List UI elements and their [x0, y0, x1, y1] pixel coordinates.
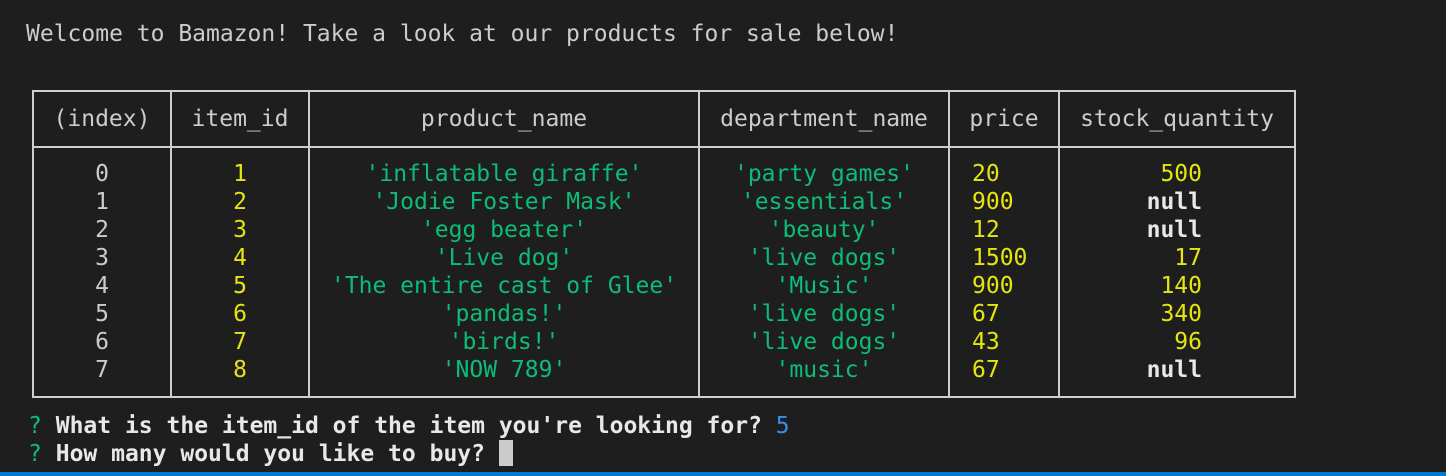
prompt-line-quantity[interactable]: ? How many would you like to buy?	[28, 440, 513, 468]
cell-item-id: 5	[170, 272, 310, 300]
cell-index: 7	[32, 356, 172, 398]
question-mark-icon: ?	[28, 413, 42, 439]
cell-price: 20	[948, 147, 1060, 188]
table-row: 5 6'pandas!''live dogs' 67 340	[32, 300, 1296, 328]
cell-product-name: 'pandas!'	[308, 300, 700, 328]
cell-price: 67	[948, 300, 1060, 328]
cell-stock-quantity: 340	[1058, 300, 1296, 328]
cell-department-name: 'live dogs'	[698, 328, 950, 356]
cell-department-name: 'live dogs'	[698, 300, 950, 328]
cell-item-id: 2	[170, 188, 310, 216]
cell-department-name: 'party games'	[698, 147, 950, 188]
cell-department-name: 'Music'	[698, 272, 950, 300]
table-row: 2 3'egg beater''beauty' 12 null	[32, 216, 1296, 244]
cell-index: 2	[32, 216, 172, 244]
cell-price: 900	[948, 272, 1060, 300]
cell-item-id: 8	[170, 356, 310, 398]
cell-product-name: 'Jodie Foster Mask'	[308, 188, 700, 216]
cell-stock-quantity: 17	[1058, 244, 1296, 272]
prompt-line-item-id: ? What is the item_id of the item you're…	[28, 412, 790, 440]
cell-product-name: 'The entire cast of Glee'	[308, 272, 700, 300]
cell-item-id: 1	[170, 147, 310, 188]
header-index: (index)	[32, 90, 172, 148]
table-row: 1 2 'Jodie Foster Mask''essentials' 900 null	[32, 188, 1296, 216]
cell-item-id: 6	[170, 300, 310, 328]
welcome-message: Welcome to Bamazon! Take a look at our p…	[26, 21, 899, 47]
cell-price: 1500	[948, 244, 1060, 272]
header-price: price	[948, 90, 1060, 148]
cell-index: 1	[32, 188, 172, 216]
table-row: 3 4 'Live dog''live dogs' 1500 17	[32, 244, 1296, 272]
cell-stock-quantity: null	[1058, 356, 1296, 398]
table-row: 6 7'birds!''live dogs' 43 96	[32, 328, 1296, 356]
cell-department-name: 'music'	[698, 356, 950, 398]
cell-stock-quantity: 140	[1058, 272, 1296, 300]
cell-index: 4	[32, 272, 172, 300]
cell-department-name: 'beauty'	[698, 216, 950, 244]
cell-product-name: 'birds!'	[308, 328, 700, 356]
cell-item-id: 3	[170, 216, 310, 244]
cell-stock-quantity: 500	[1058, 147, 1296, 188]
cell-stock-quantity: null	[1058, 188, 1296, 216]
header-product-name: product_name	[308, 90, 700, 148]
table-header-row: (index) item_id product_name department_…	[32, 90, 1296, 148]
cell-department-name: 'essentials'	[698, 188, 950, 216]
cell-stock-quantity: null	[1058, 216, 1296, 244]
cell-price: 12	[948, 216, 1060, 244]
cell-price: 900	[948, 188, 1060, 216]
cell-product-name: 'Live dog'	[308, 244, 700, 272]
header-department-name: department_name	[698, 90, 950, 148]
cell-price: 43	[948, 328, 1060, 356]
table-body: 0 1'inflatable giraffe''party games' 20 500…	[32, 147, 1296, 398]
question-mark-icon: ?	[28, 441, 42, 467]
prompt-answer: 5	[775, 413, 790, 439]
header-stock-quantity: stock_quantity	[1058, 90, 1296, 148]
cell-price: 67	[948, 356, 1060, 398]
header-item-id: item_id	[170, 90, 310, 148]
cell-item-id: 7	[170, 328, 310, 356]
cell-department-name: 'live dogs'	[698, 244, 950, 272]
table-row: 0 1'inflatable giraffe''party games' 20 500	[32, 147, 1296, 188]
cell-index: 3	[32, 244, 172, 272]
cell-index: 6	[32, 328, 172, 356]
cell-product-name: 'egg beater'	[308, 216, 700, 244]
status-strip	[0, 472, 1446, 476]
cell-product-name: 'inflatable giraffe'	[308, 147, 700, 188]
text-cursor	[498, 440, 513, 466]
table-row: 4 5 'The entire cast of Glee' 'Music' 900 140	[32, 272, 1296, 300]
cell-index: 0	[32, 147, 172, 188]
table-row: 7 8 'NOW 789''music' 67 null	[32, 356, 1296, 398]
cell-stock-quantity: 96	[1058, 328, 1296, 356]
cell-index: 5	[32, 300, 172, 328]
prompt-question: What is the item_id of the item you're l…	[55, 413, 762, 439]
cell-product-name: 'NOW 789'	[308, 356, 700, 398]
cell-item-id: 4	[170, 244, 310, 272]
prompt-question: How many would you like to buy?	[55, 441, 485, 467]
products-table: (index) item_id product_name department_…	[32, 90, 1296, 398]
